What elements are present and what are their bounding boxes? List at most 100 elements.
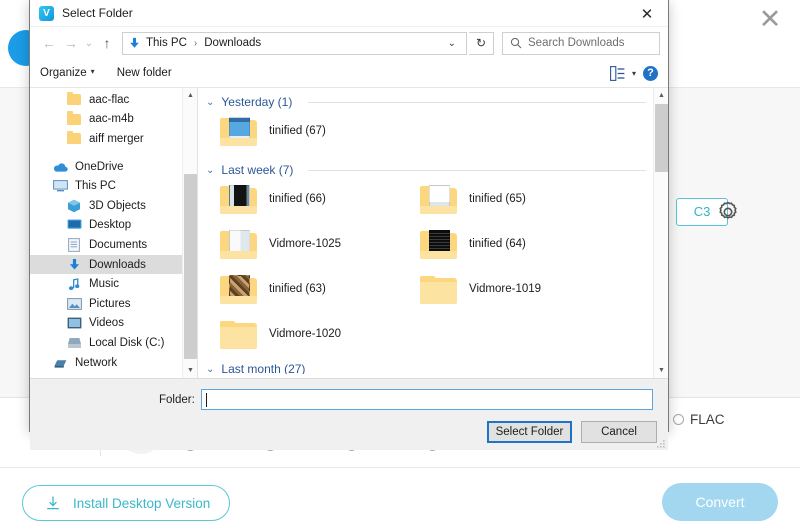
tree-item-documents[interactable]: Documents — [30, 235, 197, 255]
file-item[interactable]: Vidmore-1019 — [420, 274, 541, 304]
tree-item-label: Music — [89, 278, 119, 290]
group-header-last-week[interactable]: ⌄ Last week (7) — [206, 163, 293, 177]
chevron-down-icon: ⌄ — [206, 165, 214, 176]
chevron-down-icon: ▾ — [91, 67, 95, 76]
group-header-last-month[interactable]: ⌄ Last month (27) — [206, 364, 305, 374]
scroll-up-arrow-icon[interactable]: ▲ — [183, 88, 198, 103]
downloads-icon — [66, 257, 82, 273]
file-item[interactable]: tinified (64) — [420, 229, 526, 259]
scroll-up-arrow-icon[interactable]: ▲ — [654, 88, 668, 103]
format-option-flac[interactable]: FLAC — [673, 412, 725, 427]
address-bar[interactable]: This PC › Downloads ⌄ — [122, 32, 467, 55]
file-item[interactable]: tinified (67) — [220, 116, 326, 146]
folder-icon — [220, 116, 257, 146]
tree-item-local-disk-c[interactable]: Local Disk (C:) — [30, 333, 197, 353]
folder-icon — [66, 92, 82, 108]
tree-item-pictures[interactable]: Pictures — [30, 294, 197, 314]
tree-item-this-pc[interactable]: This PC — [30, 176, 197, 196]
tree-item-music[interactable]: Music — [30, 274, 197, 294]
tree-scrollbar[interactable]: ▲ ▼ — [182, 88, 197, 378]
help-icon[interactable]: ? — [643, 66, 658, 81]
folder-icon — [220, 229, 257, 259]
radio-icon — [673, 414, 684, 425]
scrollbar-thumb[interactable] — [655, 104, 668, 172]
folder-icon — [420, 229, 457, 259]
folder-input[interactable] — [201, 389, 653, 410]
tree-item-aac-flac[interactable]: aac-flac — [30, 90, 197, 110]
up-button[interactable]: ↑ — [96, 31, 118, 55]
view-layout-icon[interactable] — [610, 66, 625, 81]
close-icon[interactable]: ✕ — [756, 6, 784, 34]
file-item[interactable]: tinified (65) — [420, 184, 526, 214]
search-placeholder: Search Downloads — [528, 37, 625, 49]
file-name: tinified (66) — [269, 193, 326, 205]
tree-item-label: aac-flac — [89, 94, 129, 106]
view-caret-icon[interactable]: ▾ — [632, 69, 636, 78]
back-button[interactable]: ← — [38, 31, 60, 55]
tree-item-aac-m4b[interactable]: aac-m4b — [30, 110, 197, 130]
file-item[interactable]: tinified (63) — [220, 274, 326, 304]
file-item[interactable]: Vidmore-1020 — [220, 319, 341, 349]
search-icon — [510, 37, 522, 49]
tree-item-aiff-merger[interactable]: aiff merger — [30, 129, 197, 149]
breadcrumb-this-pc[interactable]: This PC — [146, 37, 187, 49]
folder-icon — [66, 131, 82, 147]
tree-item-label: Documents — [89, 239, 147, 251]
scroll-down-arrow-icon[interactable]: ▼ — [183, 363, 198, 378]
folder-icon — [420, 184, 457, 214]
folder-icon — [220, 274, 257, 304]
command-bar-right: ▾ ? — [610, 66, 658, 81]
convert-button[interactable]: Convert — [662, 483, 778, 521]
chevron-down-icon[interactable]: ⌄ — [441, 38, 463, 49]
navigation-tree-pane: aac-flac aac-m4b aiff merger OneDrive — [30, 88, 198, 378]
file-name: Vidmore-1019 — [469, 283, 541, 295]
tree-item-label: Downloads — [89, 259, 146, 271]
tree-item-onedrive[interactable]: OneDrive — [30, 157, 197, 177]
onedrive-icon — [52, 159, 68, 175]
group-header-yesterday[interactable]: ⌄ Yesterday (1) — [206, 95, 292, 109]
file-name: Vidmore-1025 — [269, 238, 341, 250]
recent-locations-button[interactable]: ⌄ — [82, 31, 96, 55]
tree-item-network[interactable]: Network — [30, 353, 197, 373]
dialog-title: Select Folder — [62, 6, 133, 20]
tree-item-desktop[interactable]: Desktop — [30, 216, 197, 236]
resize-grip-icon[interactable] — [656, 439, 666, 449]
file-list-scrollbar[interactable]: ▲ ▼ — [653, 88, 668, 378]
file-name: tinified (67) — [269, 125, 326, 137]
select-folder-dialog: V Select Folder ✕ ← → ⌄ ↑ This PC › Down… — [29, 0, 669, 432]
group-header-label: Last week (7) — [221, 163, 293, 177]
forward-button[interactable]: → — [60, 31, 82, 55]
cancel-button[interactable]: Cancel — [581, 421, 657, 443]
tree-item-label: Desktop — [89, 219, 131, 231]
folder-icon — [420, 274, 457, 304]
search-input[interactable]: Search Downloads — [502, 32, 660, 55]
tree-item-label: Videos — [89, 317, 124, 329]
videos-icon — [66, 315, 82, 331]
text-caret — [206, 393, 207, 407]
tree-item-videos[interactable]: Videos — [30, 314, 197, 334]
file-list-pane: ⌄ Yesterday (1) tinified (67) ⌄ Last wee… — [198, 88, 668, 378]
close-icon[interactable]: ✕ — [626, 0, 668, 27]
refresh-button[interactable]: ↻ — [469, 32, 494, 55]
new-folder-button[interactable]: New folder — [117, 67, 172, 79]
folder-field-label: Folder: — [159, 394, 195, 406]
gear-icon[interactable] — [716, 200, 740, 224]
app-footer: Install Desktop Version Convert — [0, 468, 800, 532]
organize-button[interactable]: Organize▾ — [40, 67, 95, 79]
network-icon — [52, 355, 68, 371]
breadcrumb-separator: › — [194, 38, 197, 49]
install-desktop-version-button[interactable]: Install Desktop Version — [22, 485, 230, 521]
tree-item-downloads[interactable]: Downloads — [30, 255, 197, 275]
select-folder-button[interactable]: Select Folder — [487, 421, 572, 443]
group-divider — [308, 170, 646, 171]
file-item[interactable]: Vidmore-1025 — [220, 229, 341, 259]
chevron-down-icon: ⌄ — [206, 97, 214, 108]
breadcrumb-downloads[interactable]: Downloads — [204, 37, 261, 49]
desktop-icon — [66, 217, 82, 233]
navigation-bar: ← → ⌄ ↑ This PC › Downloads ⌄ ↻ Search D… — [30, 27, 668, 59]
chevron-down-icon: ⌄ — [206, 364, 214, 374]
tree-item-3d-objects[interactable]: 3D Objects — [30, 196, 197, 216]
scroll-down-arrow-icon[interactable]: ▼ — [654, 363, 668, 378]
file-item[interactable]: tinified (66) — [220, 184, 326, 214]
scrollbar-thumb[interactable] — [184, 174, 197, 359]
